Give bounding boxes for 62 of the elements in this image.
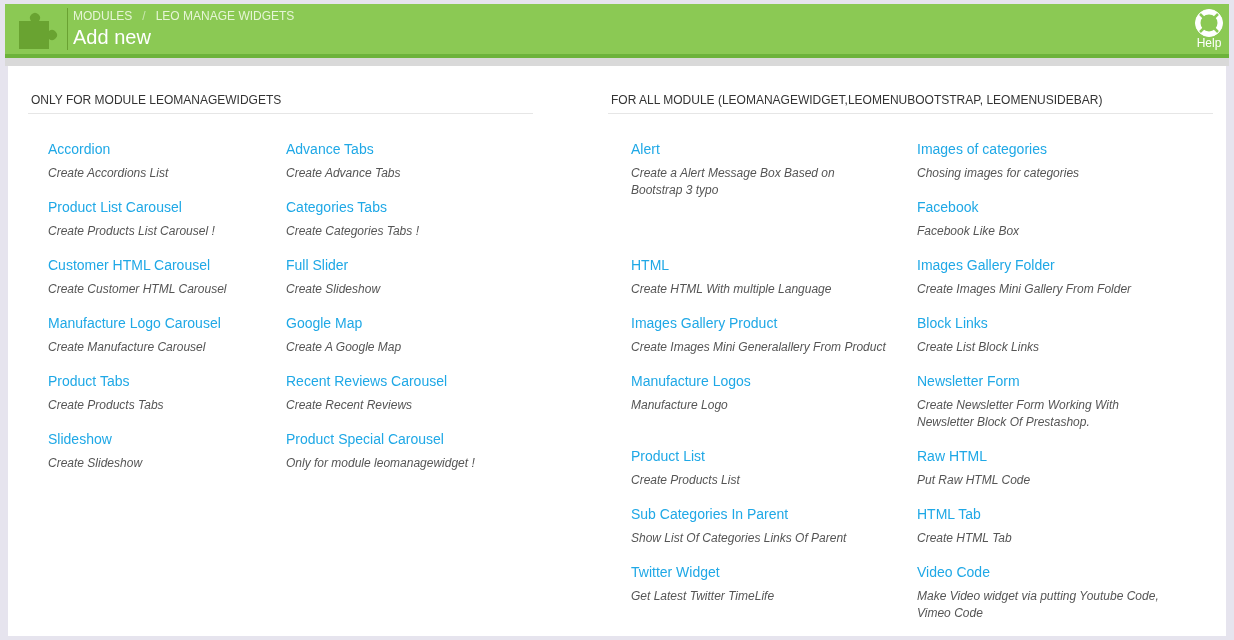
widget-description: Create Slideshow — [48, 455, 144, 472]
widget-description: Create Newsletter Form Working With Newsletter Block Of Prestashop. — [917, 397, 1120, 431]
widget-link[interactable]: Twitter Widget — [631, 562, 720, 582]
widget-description: Create a Alert Message Box Based on Bootstrap 3 typo — [631, 165, 836, 199]
widget-description: Create Products List Carousel ! — [48, 223, 216, 240]
widget-link[interactable]: Block Links — [917, 313, 988, 333]
widget-description: Create A Google Map — [286, 339, 403, 356]
widget-description: Chosing images for categories — [917, 165, 1081, 182]
breadcrumb-link[interactable]: MODULES — [73, 9, 133, 23]
widget-link[interactable]: HTML Tab — [917, 504, 981, 524]
widget-link[interactable]: Google Map — [286, 313, 363, 333]
section-heading: FOR ALL MODULE (LEOMANAGEWIDGET,LEOMENUBOOTSTRAP, LEOMENUSIDEBAR) — [608, 92, 1213, 114]
widget-link[interactable]: Product List Carousel — [48, 197, 182, 217]
widget-description: Create Recent Reviews — [286, 397, 414, 414]
widget-link[interactable]: Images Gallery Product — [631, 313, 778, 333]
widget-link[interactable]: Product Special Carousel — [286, 429, 444, 449]
widget-description: Get Latest Twitter TimeLife — [631, 588, 776, 605]
widget-description: Create Advance Tabs — [286, 165, 402, 182]
help-button[interactable]: Help — [1195, 8, 1223, 50]
widget-description: Show List Of Categories Links Of Parent — [631, 530, 848, 547]
widget-link[interactable]: Manufacture Logos — [631, 371, 751, 391]
widget-link[interactable]: Images of categories — [917, 139, 1047, 159]
widget-description: Create Accordions List — [48, 165, 170, 182]
widget-link[interactable]: Newsletter Form — [917, 371, 1020, 391]
widget-link[interactable]: Recent Reviews Carousel — [286, 371, 448, 391]
widget-description: Create Categories Tabs ! — [286, 223, 420, 240]
widget-description: Create Manufacture Carousel — [48, 339, 207, 356]
widget-description: Create Customer HTML Carousel — [48, 281, 228, 298]
widget-link[interactable]: Accordion — [48, 139, 111, 159]
widget-description: Create Images Mini Gallery From Folder — [917, 281, 1133, 298]
widget-link[interactable]: Product List — [631, 446, 705, 466]
widget-link[interactable]: HTML — [631, 255, 670, 275]
widget-link[interactable]: Customer HTML Carousel — [48, 255, 211, 275]
widget-link[interactable]: Categories Tabs — [286, 197, 387, 217]
widget-description: Create Slideshow — [286, 281, 382, 298]
widget-description: Create List Block Links — [917, 339, 1041, 356]
section-heading: ONLY FOR MODULE LEOMANAGEWIDGETS — [28, 92, 533, 114]
widget-link[interactable]: Facebook — [917, 197, 979, 217]
widget-link[interactable]: Slideshow — [48, 429, 112, 449]
breadcrumb-separator: / — [142, 9, 146, 23]
widget-description: Make Video widget via putting Youtube Code, Vimeo Code — [917, 588, 1160, 622]
widget-link[interactable]: Alert — [631, 139, 660, 159]
widget-description: Manufacture Logo — [631, 397, 729, 414]
widget-description: Create Images Mini Generalallery From Product — [631, 339, 887, 356]
widget-description: Facebook Like Box — [917, 223, 1021, 240]
widget-link[interactable]: Advance Tabs — [286, 139, 374, 159]
breadcrumb-link[interactable]: LEO MANAGE WIDGETS — [155, 9, 295, 23]
widget-link[interactable]: Images Gallery Folder — [917, 255, 1055, 275]
lifebuoy-icon — [1195, 8, 1223, 37]
widget-link[interactable]: Full Slider — [286, 255, 349, 275]
page-title: Add new — [73, 25, 152, 49]
widget-description: Create HTML Tab — [917, 530, 1013, 547]
widget-description: Create HTML With multiple Language — [631, 281, 833, 298]
widget-description: Only for module leomanagewidget ! — [286, 455, 476, 472]
widget-link[interactable]: Video Code — [917, 562, 990, 582]
widget-description: Put Raw HTML Code — [917, 472, 1032, 489]
widget-description: Create Products Tabs — [48, 397, 165, 414]
widget-link[interactable]: Raw HTML — [917, 446, 987, 466]
widget-link[interactable]: Manufacture Logo Carousel — [48, 313, 221, 333]
widget-link[interactable]: Product Tabs — [48, 371, 130, 391]
widget-link[interactable]: Sub Categories In Parent — [631, 504, 789, 524]
widget-description: Create Products List — [631, 472, 741, 489]
